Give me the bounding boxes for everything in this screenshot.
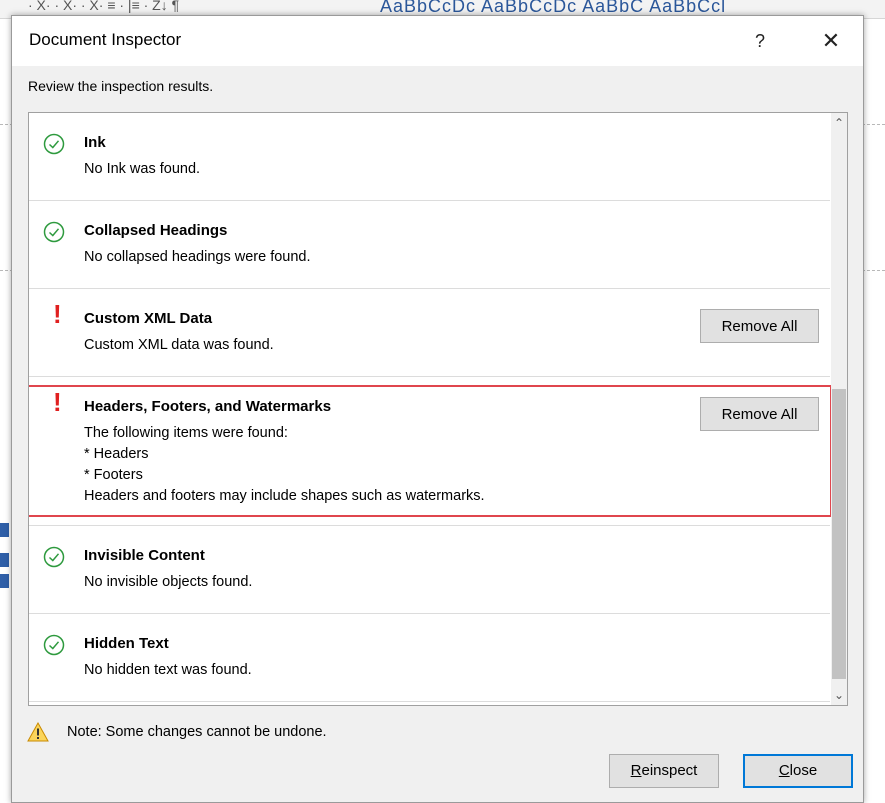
list-item-headers-footers-watermarks: ! Headers, Footers, and Watermarks The f… [29,377,830,526]
item-description: Custom XML data was found. [84,337,274,353]
item-description: The following items were found: * Header… [84,425,485,504]
vertical-scrollbar[interactable]: ⌃ ⌄ [831,113,847,705]
check-circle-icon [43,634,65,656]
item-title: Hidden Text [84,635,169,652]
item-description: No collapsed headings were found. [84,249,311,265]
close-button[interactable]: Close [743,754,853,788]
note-text: Note: Some changes cannot be undone. [67,724,327,740]
dialog-title: Document Inspector [29,30,182,49]
item-title: Invisible Content [84,547,205,564]
check-circle-icon [43,221,65,243]
dialog-subtitle: Review the inspection results. [28,78,214,94]
close-mnemonic: C [778,762,790,779]
title-bar: Document Inspector ? ✕ [12,16,863,66]
margin-marker [0,523,9,537]
scroll-thumb[interactable] [832,389,846,679]
list-item-hidden-text: Hidden Text No hidden text was found. [29,614,830,702]
close-label: lose [789,762,818,779]
warning-exclamation-icon: ! [53,299,62,329]
list-item-custom-xml-data: ! Custom XML Data Custom XML data was fo… [29,289,830,377]
reinspect-button[interactable]: Reinspect [609,754,719,788]
close-window-button[interactable]: ✕ [808,24,854,58]
item-title: Custom XML Data [84,310,213,327]
scroll-up-arrow-icon[interactable]: ⌃ [831,113,847,130]
check-circle-icon [43,546,65,568]
document-inspector-dialog: Document Inspector ? ✕ Review the inspec… [11,15,864,803]
item-description: No hidden text was found. [84,662,252,678]
ribbon-fragment: · X· · X· · X· ≡ · |≡ · Z↓ ¶ [28,0,180,13]
check-circle-icon [43,133,65,155]
margin-marker [0,553,9,567]
list-item-invisible-content: Invisible Content No invisible objects f… [29,526,830,614]
item-title: Collapsed Headings [84,222,228,239]
list-item-collapsed-headings: Collapsed Headings No collapsed headings… [29,201,830,289]
remove-all-custom-xml-button[interactable]: Remove All [700,309,819,343]
remove-all-headers-footers-button[interactable]: Remove All [700,397,819,431]
warning-triangle-icon [27,722,49,742]
item-description: No Ink was found. [84,161,201,177]
warning-exclamation-icon: ! [53,387,62,417]
item-title: Ink [84,134,106,151]
reinspect-mnemonic: R [630,762,642,779]
reinspect-label: einspect [641,762,698,779]
margin-marker [0,574,9,588]
help-button[interactable]: ? [737,24,783,58]
item-description: No invisible objects found. [84,574,253,590]
item-title: Headers, Footers, and Watermarks [84,398,332,415]
inspection-results-list: Ink No Ink was found. Collapsed Headings… [28,112,848,706]
scroll-down-arrow-icon[interactable]: ⌄ [831,688,847,705]
list-item-ink: Ink No Ink was found. [29,113,830,201]
